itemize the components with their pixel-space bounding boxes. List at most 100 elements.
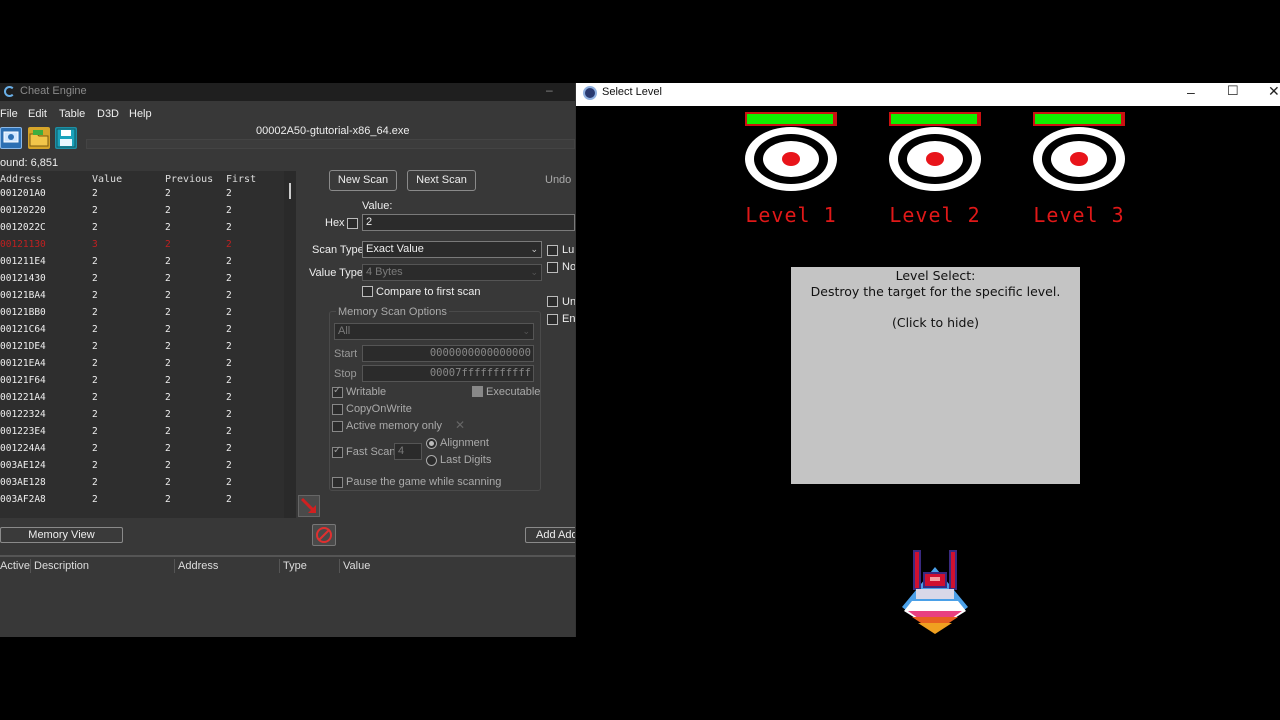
new-scan-button[interactable]: New Scan	[329, 170, 397, 191]
stop-address-input[interactable]: 00007fffffffffff	[362, 365, 534, 382]
fast-scan-input[interactable]: 4	[394, 443, 422, 460]
table-row[interactable]: 00120220 2 2 2	[0, 203, 284, 220]
close-icon[interactable]: ✕	[1268, 83, 1280, 100]
level-1-target[interactable]: Level 1	[745, 112, 837, 230]
result-previous: 2	[165, 409, 171, 420]
level-2-label: Level 2	[889, 203, 981, 227]
table-row[interactable]: 00121DE4 2 2 2	[0, 339, 284, 356]
cheat-engine-logo-icon	[4, 86, 15, 97]
writable-checkbox[interactable]	[332, 385, 343, 398]
executable-label: Executable	[486, 386, 541, 398]
select-process-icon[interactable]	[0, 127, 22, 149]
start-address-input[interactable]: 0000000000000000	[362, 345, 534, 362]
pause-game-checkbox[interactable]	[332, 477, 343, 488]
minimize-icon[interactable]: –	[1187, 84, 1195, 100]
menu-table[interactable]: Table	[59, 108, 85, 120]
open-file-icon[interactable]	[28, 127, 50, 149]
result-first: 2	[226, 392, 232, 403]
result-value: 2	[92, 358, 98, 369]
table-header-active[interactable]: Active	[0, 560, 30, 572]
pause-game-label: Pause the game while scanning	[346, 476, 502, 488]
table-row[interactable]: 001201A0 2 2 2	[0, 186, 284, 203]
hex-checkbox[interactable]	[347, 218, 358, 229]
right-checkbox-3[interactable]	[547, 296, 558, 307]
result-address: 003AE128	[0, 477, 46, 488]
hex-label: Hex	[325, 217, 345, 229]
table-row[interactable]: 001221A4 2 2 2	[0, 390, 284, 407]
table-row[interactable]: 00121F64 2 2 2	[0, 373, 284, 390]
result-first: 2	[226, 256, 232, 267]
results-header-address[interactable]: Address	[0, 174, 42, 185]
menu-help[interactable]: Help	[129, 108, 152, 120]
result-first: 2	[226, 324, 232, 335]
maximize-icon[interactable]: ☐	[1227, 83, 1239, 99]
last-digits-radio[interactable]	[426, 455, 437, 466]
save-file-icon[interactable]	[55, 127, 77, 149]
memory-region-value: All	[338, 325, 351, 337]
executable-checkbox[interactable]	[472, 386, 483, 397]
table-row[interactable]: 00121BB0 2 2 2	[0, 305, 284, 322]
table-header-value[interactable]: Value	[343, 560, 370, 572]
alignment-radio[interactable]	[426, 438, 437, 449]
minimize-icon[interactable]: –	[546, 83, 553, 97]
add-address-button[interactable]: Add Add	[525, 527, 575, 543]
add-to-list-arrow-icon[interactable]	[298, 495, 320, 517]
table-row[interactable]: 001223E4 2 2 2	[0, 424, 284, 441]
results-scrollbar[interactable]	[284, 171, 296, 518]
menu-file[interactable]: File	[0, 108, 18, 120]
memory-view-button[interactable]: Memory View	[0, 527, 123, 543]
copy-on-write-checkbox[interactable]	[332, 404, 343, 415]
scan-type-select[interactable]: Exact Value ⌄	[362, 241, 542, 258]
table-header-type[interactable]: Type	[283, 560, 307, 572]
result-value: 2	[92, 205, 98, 216]
last-digits-label: Last Digits	[440, 454, 492, 466]
table-row[interactable]: 003AE124 2 2 2	[0, 458, 284, 475]
level-select-info-box[interactable]: Level Select: Destroy the target for the…	[791, 267, 1080, 484]
address-table[interactable]: Active Description Address Type Value	[0, 555, 575, 637]
stop-icon[interactable]	[312, 524, 336, 546]
result-first: 2	[226, 477, 232, 488]
level-2-target[interactable]: Level 2	[889, 112, 981, 230]
table-row[interactable]: 00122324 2 2 2	[0, 407, 284, 424]
table-row[interactable]: 00121C64 2 2 2	[0, 322, 284, 339]
scan-results-list[interactable]: Address Value Previous First 001201A0 2 2 2…	[0, 171, 284, 518]
undo-scan-button[interactable]: Undo	[545, 174, 571, 186]
menu-d3d[interactable]: D3D	[97, 108, 119, 120]
memory-region-select[interactable]: All ⌄	[334, 323, 534, 340]
right-checkbox-4[interactable]	[547, 314, 558, 325]
table-row[interactable]: 00121EA4 2 2 2	[0, 356, 284, 373]
table-row[interactable]: 00121130 3 2 2	[0, 237, 284, 254]
table-row[interactable]: 003AF2A8 2 2 2	[0, 492, 284, 509]
table-row[interactable]: 003AE128 2 2 2	[0, 475, 284, 492]
chevron-down-icon: ⌄	[530, 267, 538, 277]
table-row[interactable]: 0012022C 2 2 2	[0, 220, 284, 237]
result-previous: 2	[165, 341, 171, 352]
info-line-1: Level Select:	[895, 268, 976, 283]
chevron-down-icon: ⌄	[522, 326, 530, 336]
table-header-address[interactable]: Address	[178, 560, 218, 572]
results-header-previous[interactable]: Previous	[165, 174, 213, 185]
right-checkbox-1[interactable]	[547, 245, 558, 256]
results-header-first[interactable]: First	[226, 174, 256, 185]
table-row[interactable]: 001224A4 2 2 2	[0, 441, 284, 458]
close-icon[interactable]: ✕	[455, 418, 465, 432]
active-memory-checkbox[interactable]	[332, 421, 343, 432]
level-3-target[interactable]: Level 3	[1033, 112, 1125, 230]
table-row[interactable]: 001211E4 2 2 2	[0, 254, 284, 271]
results-header-value[interactable]: Value	[92, 174, 122, 185]
result-address: 00122324	[0, 409, 46, 420]
value-type-select[interactable]: 4 Bytes ⌄	[362, 264, 542, 281]
result-first: 2	[226, 239, 232, 250]
right-checkbox-2[interactable]	[547, 262, 558, 273]
table-header-description[interactable]: Description	[34, 560, 89, 572]
next-scan-button[interactable]: Next Scan	[407, 170, 476, 191]
table-row[interactable]: 00121BA4 2 2 2	[0, 288, 284, 305]
result-first: 2	[226, 409, 232, 420]
compare-first-checkbox[interactable]	[362, 286, 373, 297]
menu-edit[interactable]: Edit	[28, 108, 47, 120]
value-input[interactable]: 2	[362, 214, 575, 231]
table-row[interactable]: 00121430 2 2 2	[0, 271, 284, 288]
result-address: 00121130	[0, 239, 46, 250]
process-name: 00002A50-gtutorial-x86_64.exe	[256, 125, 410, 137]
fast-scan-checkbox[interactable]	[332, 445, 343, 458]
